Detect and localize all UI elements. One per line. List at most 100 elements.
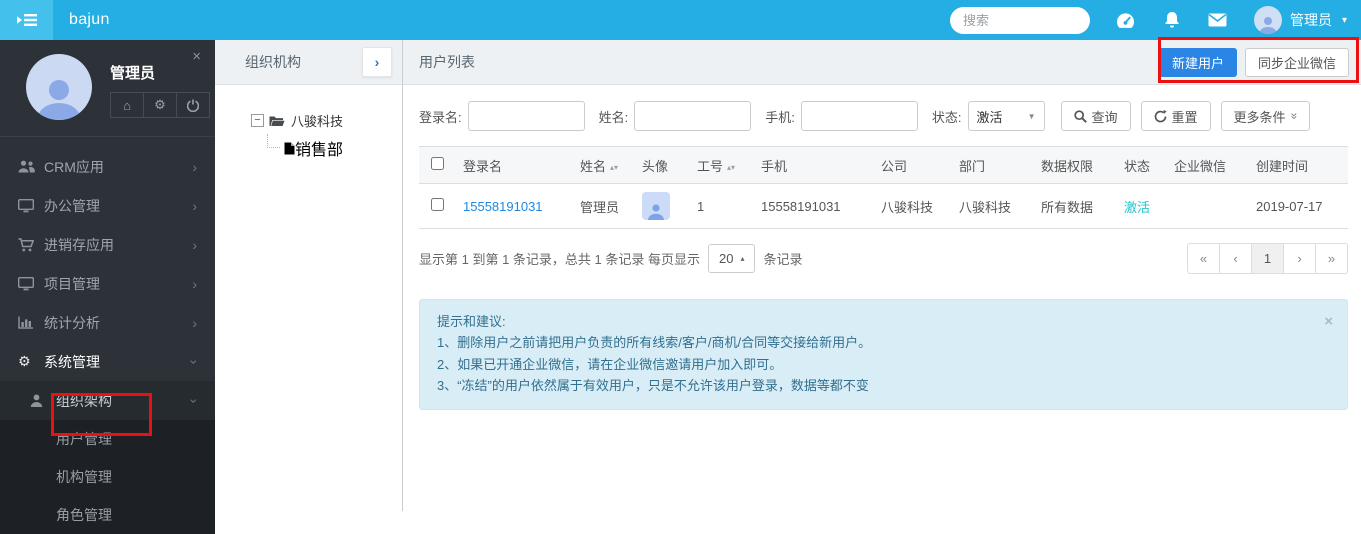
chevron-right-icon: › <box>192 159 197 175</box>
monitor-icon <box>18 277 44 291</box>
pagination-summary-prefix: 显示第 1 到第 1 条记录，总共 1 条记录 每页显示 <box>419 249 700 268</box>
name-filter-label: 姓名: <box>599 107 629 126</box>
status-filter-label: 状态: <box>932 107 962 126</box>
status-select-value: 激活 <box>977 107 1003 126</box>
profile-close-icon[interactable]: × <box>192 48 201 65</box>
tree-node-root[interactable]: − 八骏科技 <box>251 111 402 130</box>
cell-empno: 1 <box>689 184 753 229</box>
logout-power-icon[interactable] <box>176 92 210 118</box>
caret-down-icon: ▾ <box>1342 15 1347 26</box>
cart-icon <box>18 238 44 252</box>
chevron-right-icon: › <box>192 276 197 292</box>
reset-button[interactable]: 重置 <box>1141 101 1211 131</box>
sidebar-item-analytics[interactable]: 统计分析 › <box>0 303 215 342</box>
col-header-name[interactable]: 姓名▴▾ <box>572 147 634 184</box>
pager: « ‹ 1 › » <box>1187 243 1348 274</box>
tips-alert: × 提示和建议: 1、删除用户之前请把用户负责的所有线索/客户/商机/合同等交接… <box>419 299 1348 410</box>
last-page-button[interactable]: » <box>1315 243 1348 274</box>
cell-company: 八骏科技 <box>873 184 951 229</box>
next-page-button[interactable]: › <box>1283 243 1316 274</box>
alert-line: 2、如果已开通企业微信，请在企业微信邀请用户加入即可。 <box>437 354 1313 375</box>
user-menu[interactable]: 管理员 ▾ <box>1254 6 1347 34</box>
status-badge: 激活 <box>1124 200 1150 215</box>
sidebar-item-label: 用户管理 <box>56 429 112 449</box>
search-button-label: 查询 <box>1092 107 1118 126</box>
gear-icon: ⚙ <box>18 353 44 370</box>
user-login-link[interactable]: 15558191031 <box>463 199 543 214</box>
org-tree-title: 组织机构 <box>245 52 301 72</box>
sidebar-item-org-structure[interactable]: 组织架构 › <box>0 381 215 420</box>
mobile-filter-input[interactable] <box>801 101 918 131</box>
alert-line: 3、“冻结”的用户依然属于有效用户，只是不允许该用户登录，数据等都不变 <box>437 375 1313 396</box>
row-avatar-icon[interactable] <box>642 192 670 220</box>
sidebar-item-label: 项目管理 <box>44 274 100 294</box>
sync-wechat-button[interactable]: 同步企业微信 <box>1245 48 1349 77</box>
sort-icon[interactable]: ▴▾ <box>610 165 618 170</box>
chevron-right-icon: › <box>192 315 197 331</box>
more-conditions-label: 更多条件 <box>1234 107 1286 126</box>
sidebar-item-org-management[interactable]: 机构管理 <box>0 458 215 496</box>
alert-line: 1、删除用户之前请把用户负责的所有线索/客户/商机/合同等交接给新用户。 <box>437 332 1313 353</box>
sidebar-item-label: 统计分析 <box>44 313 100 333</box>
dashboard-gauge-icon[interactable] <box>1116 10 1136 30</box>
sidebar-item-user-management[interactable]: 用户管理 <box>0 420 215 458</box>
sidebar-item-role-management[interactable]: 角色管理 <box>0 496 215 534</box>
table-row: 15558191031 管理员 1 15558191031 八骏科技 八骏科 <box>419 184 1348 229</box>
col-header-login[interactable]: 登录名 <box>455 147 572 184</box>
page-size-select[interactable]: 20 ▴ <box>708 244 755 273</box>
top-navbar: bajun <box>0 0 1361 40</box>
row-checkbox[interactable] <box>431 198 444 211</box>
main-header: 用户列表 新建用户 同步企业微信 <box>403 40 1361 85</box>
caret-up-icon: ▴ <box>740 254 744 263</box>
sidebar-toggle-icon[interactable] <box>0 0 53 40</box>
sidebar-item-crm[interactable]: CRM应用 › <box>0 147 215 186</box>
brand-logo[interactable]: bajun <box>69 11 110 29</box>
monitor-icon <box>18 199 44 213</box>
login-filter-input[interactable] <box>468 101 585 131</box>
col-header-created: 创建时间 <box>1248 147 1348 184</box>
chevron-down-icon: › <box>187 398 203 403</box>
chevron-down-icon: › <box>187 359 203 364</box>
first-page-button[interactable]: « <box>1187 243 1220 274</box>
settings-gear-icon[interactable]: ⚙ <box>143 92 177 118</box>
sidebar-item-project[interactable]: 项目管理 › <box>0 264 215 303</box>
select-all-checkbox[interactable] <box>431 157 444 170</box>
create-user-button[interactable]: 新建用户 <box>1159 48 1237 77</box>
user-menu-label: 管理员 <box>1290 10 1332 30</box>
col-header-wechat: 企业微信 <box>1166 147 1248 184</box>
home-icon[interactable]: ⌂ <box>110 92 144 118</box>
col-header-empno[interactable]: 工号▴▾ <box>689 147 753 184</box>
sidebar-item-system[interactable]: ⚙ 系统管理 › <box>0 342 215 381</box>
page-number-button[interactable]: 1 <box>1251 243 1284 274</box>
more-conditions-button[interactable]: 更多条件 » <box>1221 101 1311 131</box>
pagination-bar: 显示第 1 到第 1 条记录，总共 1 条记录 每页显示 20 ▴ 条记录 « … <box>419 243 1348 274</box>
submenu-system: 组织架构 › 用户管理 机构管理 角色管理 <box>0 381 215 534</box>
org-tree-panel: 组织机构 › − 八骏科技 销售部 <box>215 40 403 511</box>
person-icon <box>30 394 56 407</box>
prev-page-button[interactable]: ‹ <box>1219 243 1252 274</box>
pagination-summary-suffix: 条记录 <box>763 249 802 268</box>
user-table: 登录名 姓名▴▾ 头像 工号▴▾ 手机 公司 部门 数据权限 状态 企业微信 创… <box>419 146 1348 229</box>
user-avatar <box>1254 6 1282 34</box>
search-button[interactable]: 查询 <box>1061 101 1131 131</box>
panel-collapse-button[interactable]: › <box>362 47 392 77</box>
page-title: 用户列表 <box>419 52 475 72</box>
sort-icon[interactable]: ▴▾ <box>727 165 735 170</box>
global-search-input[interactable] <box>950 7 1090 34</box>
sidebar-item-label: 机构管理 <box>56 467 112 487</box>
tree-node-child[interactable]: 销售部 <box>267 136 402 160</box>
profile-avatar <box>26 54 92 120</box>
name-filter-input[interactable] <box>634 101 751 131</box>
chevron-right-icon: › <box>192 198 197 214</box>
messages-envelope-icon[interactable] <box>1208 10 1228 30</box>
sidebar-item-inventory[interactable]: 进销存应用 › <box>0 225 215 264</box>
status-select[interactable]: 激活 ▼ <box>968 101 1045 131</box>
cell-department: 八骏科技 <box>951 184 1033 229</box>
sidebar: × 管理员 ⌂ ⚙ <box>0 40 215 511</box>
cell-wechat <box>1166 184 1248 229</box>
table-header-row: 登录名 姓名▴▾ 头像 工号▴▾ 手机 公司 部门 数据权限 状态 企业微信 创… <box>419 147 1348 184</box>
alert-close-icon[interactable]: × <box>1324 310 1333 335</box>
notifications-bell-icon[interactable] <box>1162 10 1182 30</box>
sidebar-item-office[interactable]: 办公管理 › <box>0 186 215 225</box>
tree-collapse-icon[interactable]: − <box>251 114 264 127</box>
